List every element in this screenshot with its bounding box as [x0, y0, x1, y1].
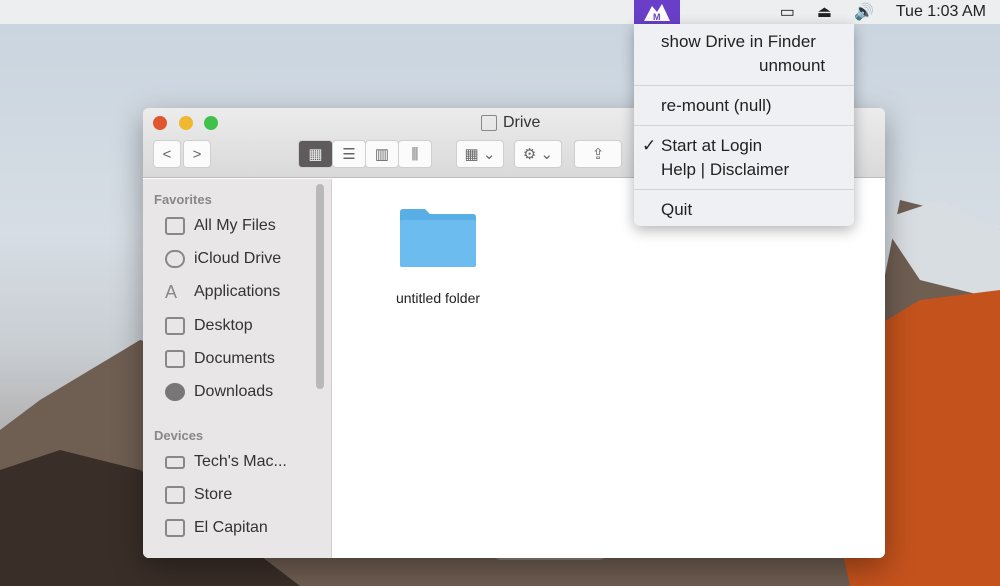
clock[interactable]: Tue 1:03 AM	[896, 3, 986, 21]
list-view-button[interactable]: ☰	[332, 140, 366, 168]
menu-separator	[634, 189, 854, 190]
window-title: Drive	[481, 114, 540, 132]
applications-icon: A	[165, 283, 185, 301]
sidebar-item-applications[interactable]: A Applications	[165, 283, 280, 301]
svg-text:M: M	[653, 12, 661, 22]
airplay-icon[interactable]: ▭	[780, 2, 795, 22]
sidebar: Favorites All My Files iCloud Drive A App…	[143, 179, 332, 558]
sidebar-item-documents[interactable]: Documents	[165, 350, 275, 368]
sidebar-item-label: All My Files	[194, 217, 276, 235]
back-button[interactable]: <	[153, 140, 181, 168]
file-name[interactable]: untitled folder	[373, 290, 503, 306]
all-files-icon	[165, 217, 185, 235]
menu-separator	[634, 85, 854, 86]
volume-icon[interactable]: 🔊	[854, 2, 874, 22]
sidebar-item-label: Documents	[194, 350, 275, 368]
arrange-button[interactable]: ▦ ⌄	[456, 140, 504, 168]
favorites-header: Favorites	[154, 192, 212, 207]
drive-icon	[481, 115, 497, 131]
devices-header: Devices	[154, 428, 203, 443]
menu-item-quit[interactable]: Quit	[661, 200, 692, 220]
menu-item-unmount[interactable]: unmount	[759, 56, 825, 76]
sidebar-item-label: Store	[194, 486, 232, 504]
laptop-icon	[165, 456, 185, 469]
sidebar-item-label: iCloud Drive	[194, 250, 281, 268]
cloud-icon	[165, 250, 185, 268]
menu-item-remount[interactable]: re-mount (null)	[661, 96, 772, 116]
sidebar-item-store[interactable]: Store	[165, 486, 232, 504]
minimize-button[interactable]	[179, 116, 193, 130]
icon-view-button[interactable]: ▦	[298, 140, 333, 168]
coverflow-view-button[interactable]: ⫼	[398, 140, 432, 168]
menu-bar: ▭ ⏏ 🔊 Tue 1:03 AM	[0, 0, 1000, 24]
menu-item-start-at-login[interactable]: Start at Login	[661, 136, 762, 156]
sidebar-item-desktop[interactable]: Desktop	[165, 317, 253, 335]
forward-button[interactable]: >	[183, 140, 211, 168]
drive-dropdown-menu: show Drive in Finder unmount re-mount (n…	[634, 24, 854, 226]
menu-item-help[interactable]: Help | Disclaimer	[661, 160, 789, 180]
drive-mount-icon[interactable]: M	[634, 0, 680, 24]
sidebar-item-icloud-drive[interactable]: iCloud Drive	[165, 250, 281, 268]
sidebar-item-downloads[interactable]: Downloads	[165, 383, 273, 401]
sidebar-item-label: Tech's Mac...	[194, 453, 287, 471]
sidebar-item-label: Applications	[194, 283, 280, 301]
sidebar-item-label: Downloads	[194, 383, 273, 401]
checkmark-icon: ✓	[642, 136, 656, 156]
sidebar-item-label: El Capitan	[194, 519, 268, 537]
documents-icon	[165, 350, 185, 368]
sidebar-item-label: Desktop	[194, 317, 253, 335]
sidebar-item-el-capitan[interactable]: El Capitan	[165, 519, 268, 537]
disk-icon	[165, 486, 185, 504]
desktop-icon	[165, 317, 185, 335]
column-view-button[interactable]: ▥	[365, 140, 399, 168]
sidebar-item-techs-mac[interactable]: Tech's Mac...	[165, 453, 287, 471]
action-gear-button[interactable]: ⚙ ⌄	[514, 140, 562, 168]
sidebar-scrollbar[interactable]	[316, 184, 324, 389]
downloads-icon	[165, 383, 185, 401]
disk-icon	[165, 519, 185, 537]
eject-icon[interactable]: ⏏	[817, 2, 832, 22]
zoom-button[interactable]	[204, 116, 218, 130]
share-button[interactable]: ⇪	[574, 140, 622, 168]
menu-separator	[634, 125, 854, 126]
menu-item-show-in-finder[interactable]: show Drive in Finder	[661, 32, 816, 52]
close-button[interactable]	[153, 116, 167, 130]
sidebar-item-all-my-files[interactable]: All My Files	[165, 217, 276, 235]
folder-icon[interactable]	[399, 208, 477, 268]
